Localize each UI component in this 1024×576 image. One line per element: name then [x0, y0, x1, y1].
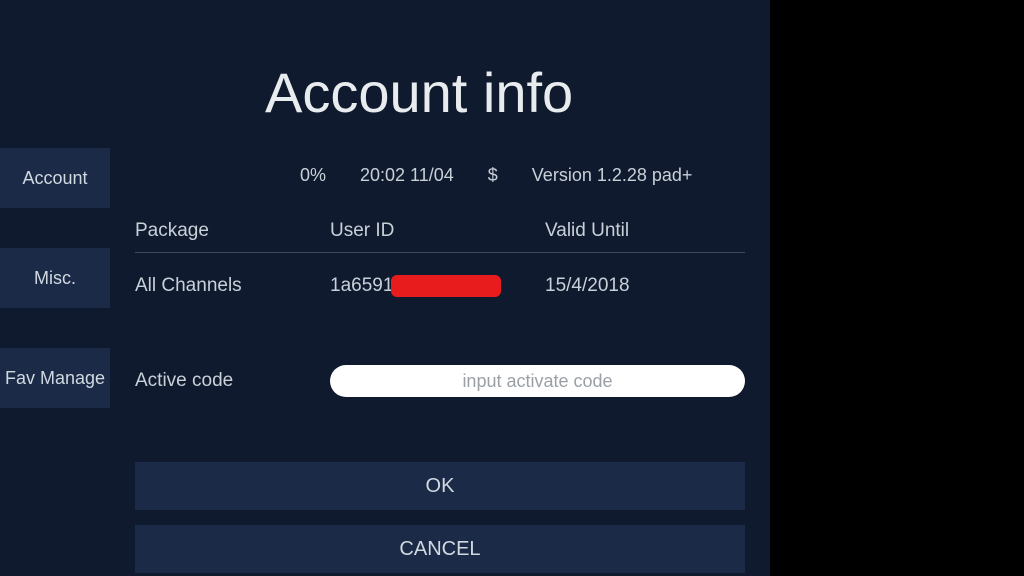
app-frame: Account Misc. Fav Manage Account info 0%… [0, 0, 770, 576]
sidebar-item-label: Account [22, 168, 87, 189]
table-row: All Channels 1a6591 15/4/2018 [135, 275, 745, 297]
status-version: Version 1.2.28 pad+ [532, 165, 693, 186]
sidebar-item-misc[interactable]: Misc. [0, 248, 110, 308]
table-headers: Package User ID Valid Until [135, 220, 745, 242]
active-code-label: Active code [135, 370, 330, 392]
cancel-button-label: CANCEL [399, 538, 480, 561]
active-code-input[interactable] [330, 365, 745, 397]
cancel-button[interactable]: CANCEL [135, 525, 745, 573]
cell-package: All Channels [135, 275, 330, 297]
header-package: Package [135, 220, 330, 242]
sidebar-item-account[interactable]: Account [0, 148, 110, 208]
ok-button-label: OK [426, 475, 455, 498]
header-user-id: User ID [330, 220, 545, 242]
status-bar: 0% 20:02 11/04 $ Version 1.2.28 pad+ [300, 165, 692, 186]
sidebar-item-fav-manage[interactable]: Fav Manage [0, 348, 110, 408]
sidebar-item-label: Misc. [34, 268, 76, 289]
ok-button[interactable]: OK [135, 462, 745, 510]
status-currency: $ [488, 165, 498, 186]
sidebar: Account Misc. Fav Manage [0, 0, 110, 576]
status-time-date: 20:02 11/04 [360, 165, 454, 186]
page-title: Account info [265, 60, 573, 125]
cell-user-id: 1a6591 [330, 275, 545, 297]
cell-valid-until: 15/4/2018 [545, 275, 745, 297]
table-divider [135, 252, 745, 253]
header-valid-until: Valid Until [545, 220, 745, 242]
user-id-partial: 1a6591 [330, 275, 393, 297]
active-code-row: Active code [135, 365, 745, 397]
sidebar-item-label: Fav Manage [5, 368, 105, 389]
redaction-mark [391, 275, 501, 297]
status-percent: 0% [300, 165, 326, 186]
